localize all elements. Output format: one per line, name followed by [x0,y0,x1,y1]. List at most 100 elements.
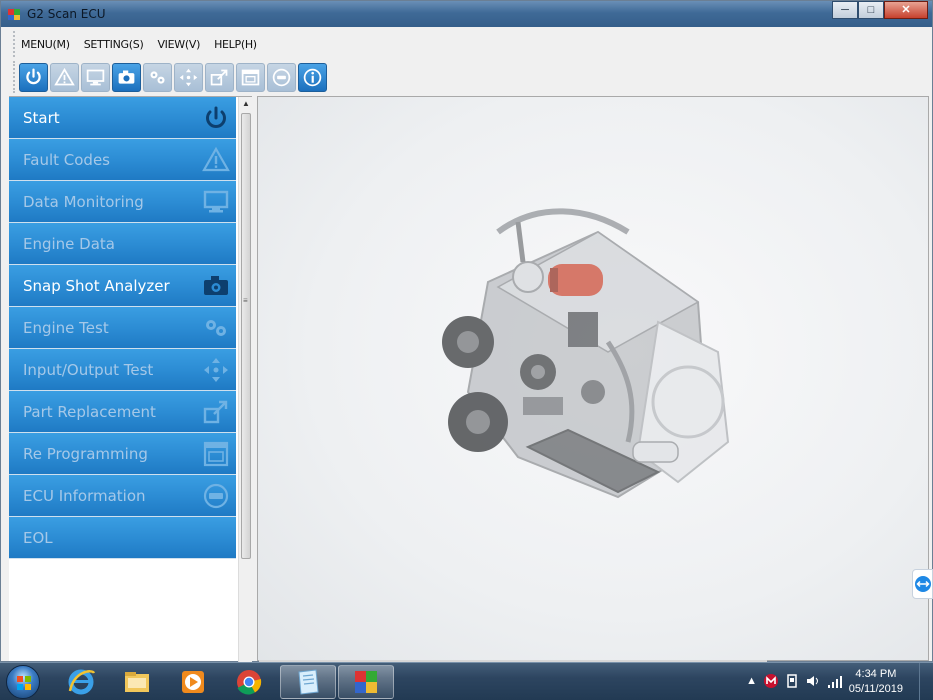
chrome-icon [237,670,262,695]
minimize-button[interactable]: ─ [832,1,858,19]
main-content [257,96,929,661]
reprogram-icon [203,441,229,467]
side-item-label: ECU Information [23,487,146,505]
power-icon [26,68,41,84]
camera-icon [118,70,135,84]
side-item-part-replacement[interactable]: Part Replacement [9,391,236,433]
device-icon[interactable] [785,673,799,689]
monitor-icon [86,69,105,85]
app-icon [8,9,20,20]
side-item-io-test[interactable]: Input/Output Test [9,349,236,391]
toolbar-part-replacement-button[interactable] [205,62,234,92]
toolbar-start-button[interactable] [19,62,48,92]
side-item-start[interactable]: Start [9,97,236,139]
grip-icon: ≡ [243,296,248,305]
mcafee-icon[interactable] [763,673,779,689]
media-player-icon [182,671,204,693]
menu-bar: MENU(M) SETTING(S) VIEW(V) HELP(H) [13,31,271,57]
volume-icon[interactable] [805,673,821,689]
close-button[interactable]: ✕ [884,1,928,19]
ecu-icon [203,483,229,509]
toolbar-ecu-info-button[interactable] [267,62,296,92]
taskbar: ▲ 4:34 PM 05/11/2019 [0,662,933,700]
tray-expand-arrow[interactable]: ▲ [746,675,757,687]
maximize-button[interactable]: □ [858,1,884,19]
gears-icon [150,70,165,84]
toolbar-data-monitoring-button[interactable] [81,62,110,92]
gears-icon [206,320,226,336]
app-window: G2 Scan ECU ─ □ ✕ MENU(M) SETTING(S) VIE… [0,0,933,662]
ecu-icon [272,68,291,86]
taskbar-chrome[interactable] [221,665,277,699]
scroll-thumb[interactable]: ≡ [241,113,251,559]
menu-menu[interactable]: MENU(M) [21,38,70,51]
side-item-engine-test[interactable]: Engine Test [9,307,236,349]
teamviewer-icon [915,576,931,592]
start-button[interactable] [6,665,40,699]
file-explorer-icon [125,672,149,692]
menu-help[interactable]: HELP(H) [214,38,257,51]
info-icon [303,68,322,86]
side-item-label: Engine Test [23,319,109,337]
warning-icon [54,67,75,85]
taskbar-media-player[interactable] [165,665,221,699]
taskbar-clock[interactable]: 4:34 PM 05/11/2019 [849,667,903,697]
side-item-label: EOL [23,529,53,547]
monitor-icon [203,190,229,213]
side-menu: Start Fault Codes Data Monitoring Engine… [9,97,236,559]
toolbar-fault-codes-button[interactable] [50,62,79,92]
side-item-label: Engine Data [23,235,115,253]
side-menu-panel: Start Fault Codes Data Monitoring Engine… [9,96,252,662]
replace-icon [210,69,228,85]
engine-image [442,208,730,499]
side-item-label: Start [23,109,60,127]
toolbar-reprogramming-button[interactable] [236,62,265,92]
side-item-label: Data Monitoring [23,193,144,211]
side-item-label: Re Programming [23,445,148,463]
warning-icon [202,146,230,172]
side-item-label: Input/Output Test [23,361,154,379]
window-title: G2 Scan ECU [27,7,106,21]
side-item-label: Part Replacement [23,403,156,421]
side-item-engine-data[interactable]: Engine Data [9,223,236,265]
system-tray: ▲ [746,673,843,689]
toolbar-engine-test-button[interactable] [143,62,172,92]
side-menu-scrollbar[interactable]: ▲ ≡ [238,97,252,662]
side-item-ecu-information[interactable]: ECU Information [9,475,236,517]
side-item-data-monitoring[interactable]: Data Monitoring [9,181,236,223]
internet-explorer-icon [68,669,96,695]
menu-view[interactable]: VIEW(V) [157,38,200,51]
side-item-label: Snap Shot Analyzer [23,277,170,295]
arrows-icon [179,68,198,86]
notepad-icon [298,669,319,695]
network-icon[interactable] [827,673,843,689]
side-item-reprogramming[interactable]: Re Programming [9,433,236,475]
toolbar-io-test-button[interactable] [174,62,203,92]
camera-icon [204,276,228,295]
menu-setting[interactable]: SETTING(S) [84,38,144,51]
replace-icon [203,400,228,424]
power-icon [206,106,226,128]
window-controls: ─ □ ✕ [832,1,928,19]
reprogram-icon [241,69,260,85]
toolbar-snapshot-button[interactable] [112,62,141,92]
side-item-eol[interactable]: EOL [9,517,236,559]
windows-logo-icon [17,676,31,690]
toolbar [13,61,327,93]
clock-date: 05/11/2019 [848,683,903,695]
show-desktop-button[interactable] [919,663,933,700]
clock-time: 4:34 PM [855,668,897,680]
side-item-label: Fault Codes [23,151,110,169]
side-item-fault-codes[interactable]: Fault Codes [9,139,236,181]
teamviewer-tab[interactable] [912,569,933,599]
toolbar-info-button[interactable] [298,62,327,92]
scroll-up-arrow[interactable]: ▲ [241,99,251,109]
side-item-snapshot-analyzer[interactable]: Snap Shot Analyzer [9,265,236,307]
taskbar-notepad[interactable] [280,665,336,699]
arrows-icon [204,358,228,382]
g2-scan-icon [355,671,377,693]
taskbar-file-explorer[interactable] [109,665,165,699]
title-bar[interactable]: G2 Scan ECU ─ □ ✕ [1,1,932,27]
taskbar-internet-explorer[interactable] [53,665,109,699]
taskbar-g2-scan[interactable] [338,665,394,699]
